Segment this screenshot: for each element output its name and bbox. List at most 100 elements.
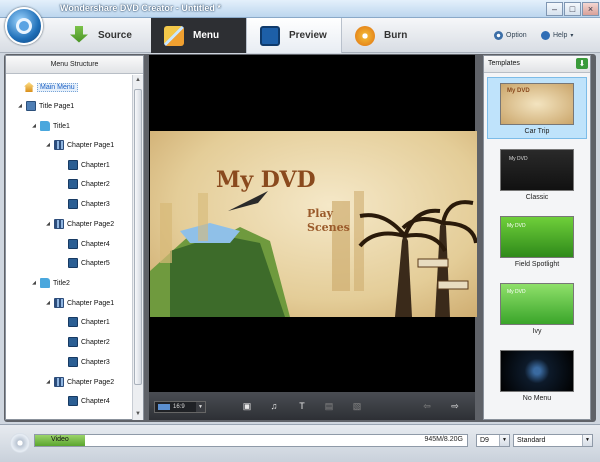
tree-item-chapter-page[interactable]: ◢ Chapter Page1 (45, 294, 114, 312)
template-ivy[interactable]: My DVD Ivy (487, 278, 587, 340)
tree-item-chapter[interactable]: Chapter4 (68, 235, 110, 253)
capacity-text: 945M/8.20G (424, 436, 463, 443)
template-classic[interactable]: My DVD Classic (487, 144, 587, 206)
quality-value: Standard (517, 437, 546, 444)
film-icon (68, 337, 78, 347)
chevron-down-icon: ▾ (570, 33, 574, 39)
film-icon (68, 179, 78, 189)
scroll-up-icon[interactable]: ▲ (133, 75, 143, 86)
preview-controls: 16:9 ▼ ▣ ♫ T ▤ ▧ ⇦ ⇨ (149, 392, 475, 420)
folder-icon (40, 121, 50, 131)
film-icon (68, 396, 78, 406)
background-image-icon[interactable]: ▣ (241, 401, 253, 412)
quality-select[interactable]: Standard ▼ (513, 434, 593, 447)
tab-source[interactable]: Source (56, 18, 151, 53)
chapter-page-icon (54, 377, 64, 387)
tree-item-title[interactable]: ◢ Title1 (31, 117, 70, 135)
tree-item-label: Chapter4 (81, 240, 110, 248)
tree-item-label: Title Page1 (39, 102, 75, 110)
film-icon (68, 317, 78, 327)
tree-item-label: Chapter3 (81, 358, 110, 366)
tab-source-label: Source (98, 30, 132, 41)
tab-menu-label: Menu (193, 30, 220, 41)
title-bar: Wondershare DVD Creator - Untitled * – □… (0, 0, 600, 18)
chevron-down-icon[interactable]: ▼ (582, 435, 592, 446)
collapse-icon[interactable]: ◢ (45, 221, 51, 227)
tab-menu[interactable]: Menu (151, 18, 246, 53)
tree-item-chapter[interactable]: Chapter3 (68, 353, 110, 371)
template-thumb-text: My DVD (507, 88, 530, 94)
template-car-trip[interactable]: My DVD Car Trip (487, 77, 587, 139)
next-arrow-icon[interactable]: ⇨ (449, 401, 461, 412)
text-icon[interactable]: T (296, 401, 308, 412)
source-download-icon (70, 25, 88, 43)
tree-item-title[interactable]: ◢ Title2 (31, 274, 70, 292)
template-thumbnail: My DVD (500, 149, 574, 191)
play-label[interactable]: Play (307, 207, 333, 220)
collapse-icon[interactable]: ◢ (45, 142, 51, 148)
tree-item-chapter[interactable]: Chapter5 (68, 254, 110, 272)
tree-item-chapter[interactable]: Chapter2 (68, 333, 110, 351)
home-icon (24, 82, 34, 92)
tree-item-chapter[interactable]: Chapter4 (68, 392, 110, 410)
tree-item-chapter[interactable]: Chapter1 (68, 156, 110, 174)
template-no-menu[interactable]: No Menu (487, 345, 587, 407)
tab-preview-label: Preview (289, 30, 327, 41)
chapter-page-icon (54, 298, 64, 308)
tree-item-chapter[interactable]: Chapter3 (68, 195, 110, 213)
download-icon[interactable]: ⬇ (576, 58, 588, 69)
thumbnail-icon[interactable]: ▤ (323, 401, 335, 412)
option-link[interactable]: Option (494, 31, 527, 40)
page-icon (26, 101, 36, 111)
help-link[interactable]: Help ▾ (541, 31, 573, 40)
tree-item-chapter-page[interactable]: ◢ Chapter Page1 (45, 136, 114, 154)
scroll-down-icon[interactable]: ▼ (133, 409, 143, 420)
previous-arrow-icon[interactable]: ⇦ (421, 401, 433, 412)
menu-structure-header: Menu Structure (6, 56, 143, 74)
film-icon (68, 258, 78, 268)
template-thumb-text: My DVD (507, 289, 526, 295)
tree-item-title-page[interactable]: ◢ Title Page1 (17, 97, 74, 115)
tree-item-chapter-page[interactable]: ◢ Chapter Page2 (45, 215, 114, 233)
disc-type-value: D9 (480, 437, 489, 444)
close-button[interactable]: × (582, 2, 599, 16)
tree-item-label: Chapter3 (81, 200, 110, 208)
templates-header: Templates (484, 56, 590, 73)
tree-item-chapter-page[interactable]: ◢ Chapter Page2 (45, 373, 114, 391)
minimize-button[interactable]: – (546, 2, 563, 16)
scenes-label[interactable]: Scenes (307, 221, 350, 234)
preview-clapper-icon (260, 25, 280, 46)
tab-preview[interactable]: Preview (246, 18, 342, 53)
scrollbar-thumb[interactable] (134, 89, 142, 385)
template-thumb-text: My DVD (509, 156, 528, 162)
aspect-ratio-value: 16:9 (173, 404, 185, 410)
music-icon[interactable]: ♫ (268, 401, 280, 412)
menu-tools-icon (164, 25, 184, 46)
chapter-page-icon (54, 140, 64, 150)
dvd-menu-title: My DVD (216, 167, 316, 193)
tab-burn[interactable]: Burn (342, 18, 437, 53)
chevron-down-icon[interactable]: ▼ (196, 402, 205, 412)
aspect-ratio-select[interactable]: 16:9 ▼ (154, 401, 206, 413)
tree-item-label: Chapter Page2 (67, 220, 115, 228)
film-icon (68, 357, 78, 367)
template-thumbnail: My DVD (500, 283, 574, 325)
maximize-button[interactable]: □ (564, 2, 581, 16)
burn-disc-icon (355, 25, 375, 46)
collapse-icon[interactable]: ◢ (17, 103, 23, 109)
tree-scrollbar[interactable]: ▲ ▼ (132, 75, 143, 420)
chevron-down-icon[interactable]: ▼ (499, 435, 509, 446)
tree-item-main-menu[interactable]: Main Menu (24, 78, 78, 96)
tree-item-label: Chapter4 (81, 397, 110, 405)
tree-item-label: Chapter Page2 (67, 378, 115, 386)
collapse-icon[interactable]: ◢ (31, 123, 37, 129)
tree-item-chapter[interactable]: Chapter1 (68, 313, 110, 331)
layout-icon[interactable]: ▧ (351, 401, 363, 412)
template-field-spotlight[interactable]: My DVD Field Spotlight (487, 211, 587, 273)
collapse-icon[interactable]: ◢ (31, 280, 37, 286)
disc-type-select[interactable]: D9 ▼ (476, 434, 510, 447)
collapse-icon[interactable]: ◢ (45, 300, 51, 306)
tree-item-chapter[interactable]: Chapter2 (68, 175, 110, 193)
collapse-icon[interactable]: ◢ (45, 379, 51, 385)
templates-panel: Templates ⬇ My DVD Car Trip My DVD Class… (483, 55, 591, 420)
